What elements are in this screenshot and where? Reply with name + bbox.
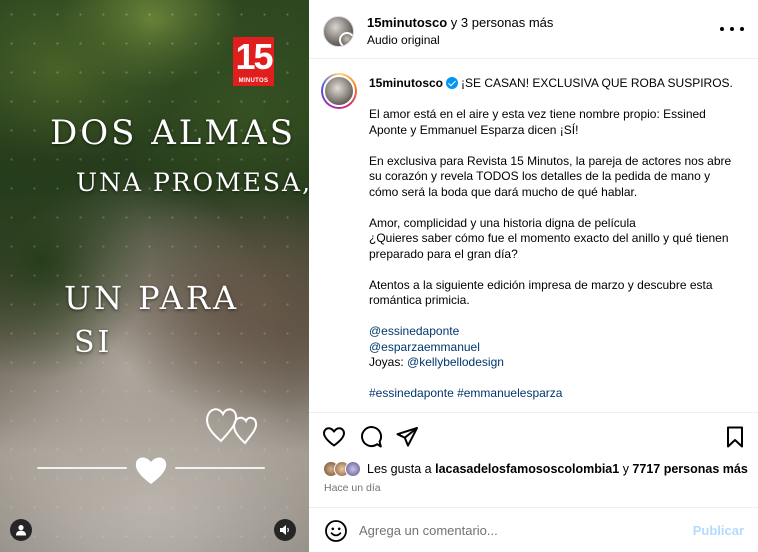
avatar: [345, 461, 361, 477]
header-username-link[interactable]: 15minutosco: [367, 15, 447, 30]
avatar[interactable]: [323, 16, 354, 47]
overlay-text-line-2: UNA PROMESA,: [76, 168, 309, 197]
likes-summary[interactable]: Les gusta a lacasadelosfamososcolombia1 …: [323, 459, 748, 479]
magazine-logo: 15 MINUTOS: [233, 37, 274, 86]
header-usernames: 15minutosco y 3 personas más: [367, 15, 553, 31]
action-bar: [309, 412, 758, 458]
post-panel: 15minutosco y 3 personas más Audio origi…: [309, 0, 758, 552]
overlay-text-line-3: UN PARA: [64, 279, 240, 317]
divider-line-right: [175, 467, 265, 469]
heart-icon[interactable]: [322, 425, 346, 449]
collab-link[interactable]: y 3 personas más: [447, 15, 554, 30]
publish-button[interactable]: Publicar: [693, 523, 744, 538]
likes-count-link[interactable]: 7717 personas más: [632, 462, 747, 476]
caption-area[interactable]: 15minutosco ¡SE CASAN! EXCLUSIVA QUE ROBA…: [309, 60, 758, 412]
comment-icon[interactable]: [359, 425, 383, 449]
post-media[interactable]: 15 MINUTOS DOS ALMAS UNA PROMESA, UN PAR…: [0, 0, 309, 552]
heart-icon: [135, 457, 167, 484]
jewelry-label: Joyas:: [369, 355, 408, 369]
emoji-icon[interactable]: [324, 519, 348, 543]
verified-icon: [446, 77, 459, 89]
mention-link[interactable]: @esparzaemmanuel: [369, 340, 480, 354]
post-timestamp[interactable]: Hace un día: [324, 482, 381, 494]
divider-line-left: [37, 467, 127, 469]
sound-icon[interactable]: [274, 519, 296, 541]
mention-link[interactable]: @kellybellodesign: [407, 355, 504, 369]
comment-input[interactable]: [359, 520, 679, 540]
overlay-text-line-1: DOS ALMAS: [50, 113, 297, 153]
hashtag-links[interactable]: #essinedaponte #emmanuelesparza: [369, 386, 562, 400]
liker-username-link[interactable]: lacasadelosfamososcolombia1: [435, 462, 619, 476]
caption-paragraph-2: En exclusiva para Revista 15 Minutos, la…: [369, 153, 732, 199]
caption-username-link[interactable]: 15minutosco: [369, 76, 443, 90]
bookmark-icon[interactable]: [723, 425, 747, 449]
user-tag-icon[interactable]: [10, 519, 32, 541]
share-icon[interactable]: [395, 425, 419, 449]
mention-link[interactable]: @essinedaponte: [369, 324, 459, 338]
caption-paragraph-1: El amor está en el aire y esta vez tiene…: [369, 107, 706, 137]
caption-headline: ¡SE CASAN! EXCLUSIVA QUE ROBA SUSPIROS.: [461, 76, 733, 90]
comment-bar: Publicar: [309, 507, 758, 552]
overlay-text-line-4: SI: [74, 325, 113, 360]
post-header: 15minutosco y 3 personas más Audio origi…: [309, 0, 758, 59]
double-heart-icon: [206, 408, 258, 445]
caption-paragraph-3a: Amor, complicidad y una historia digna d…: [369, 215, 636, 230]
caption-paragraph-4: Atentos a la siguiente edición impresa d…: [369, 277, 713, 308]
caption-text: 15minutosco ¡SE CASAN! EXCLUSIVA QUE ROBA…: [369, 76, 739, 402]
audio-link[interactable]: Audio original: [367, 33, 440, 47]
caption-paragraph-3b: ¿Quieres saber cómo fue el momento exact…: [369, 231, 729, 261]
more-icon[interactable]: [720, 21, 744, 37]
caption-avatar[interactable]: [321, 73, 357, 109]
